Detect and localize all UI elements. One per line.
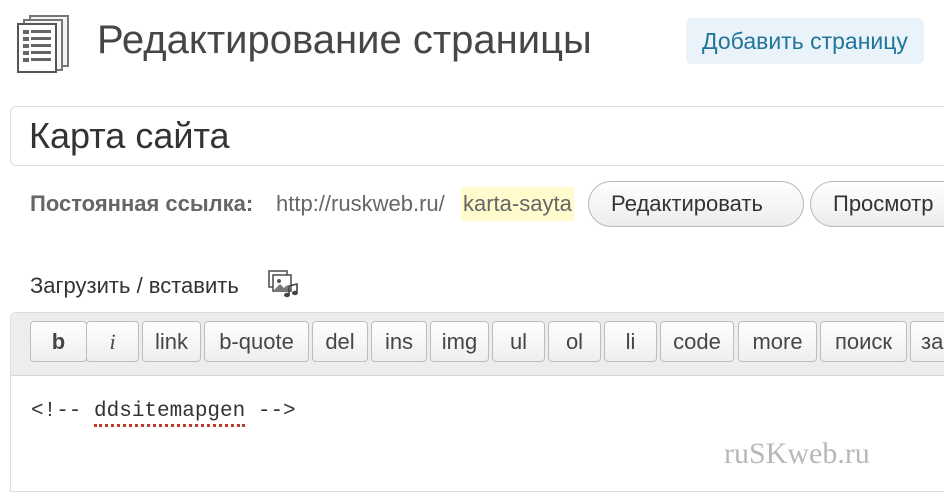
page-title: Редактирование страницы bbox=[97, 18, 592, 62]
comment-open: <!-- bbox=[31, 400, 95, 423]
qt-li-button[interactable]: li bbox=[604, 321, 657, 362]
permalink-slug[interactable]: karta-sayta bbox=[461, 187, 574, 221]
edit-permalink-button[interactable]: Редактировать bbox=[588, 181, 804, 227]
qt-ul-button[interactable]: ul bbox=[492, 321, 545, 362]
view-page-button[interactable]: Просмотр bbox=[810, 181, 944, 227]
qt-bold-button[interactable]: b bbox=[30, 321, 87, 362]
misspelled-word: ddsitemapgen bbox=[94, 400, 246, 427]
watermark: ruSKweb.ru bbox=[724, 437, 870, 470]
comment-close: --> bbox=[245, 400, 296, 423]
qt-ol-button[interactable]: ol bbox=[548, 321, 601, 362]
qt-ins-button[interactable]: ins bbox=[371, 321, 427, 362]
add-page-button[interactable]: Добавить страницу bbox=[686, 18, 924, 64]
post-title-input[interactable]: Карта сайта bbox=[10, 106, 944, 166]
qt-search-button[interactable]: поиск bbox=[820, 321, 907, 362]
qt-italic-button[interactable]: i bbox=[86, 321, 139, 362]
permalink-base-url[interactable]: http://ruskweb.ru/ bbox=[276, 188, 445, 220]
qt-next-button[interactable]: за bbox=[910, 321, 944, 362]
editor-content[interactable]: <!-- ddsitemapgen --> bbox=[31, 398, 296, 427]
qt-blockquote-button[interactable]: b-quote bbox=[204, 321, 309, 362]
quicktags-toolbar: b i link b-quote del ins img ul ol li co… bbox=[11, 313, 944, 376]
pages-icon bbox=[16, 14, 72, 74]
qt-del-button[interactable]: del bbox=[312, 321, 368, 362]
permalink-label: Постоянная ссылка: bbox=[30, 191, 254, 216]
qt-more-button[interactable]: more bbox=[738, 321, 817, 362]
qt-link-button[interactable]: link bbox=[142, 321, 201, 362]
qt-img-button[interactable]: img bbox=[430, 321, 489, 362]
qt-code-button[interactable]: code bbox=[660, 321, 734, 362]
media-upload-icon[interactable] bbox=[267, 268, 299, 302]
upload-insert-label: Загрузить / вставить bbox=[30, 273, 239, 298]
